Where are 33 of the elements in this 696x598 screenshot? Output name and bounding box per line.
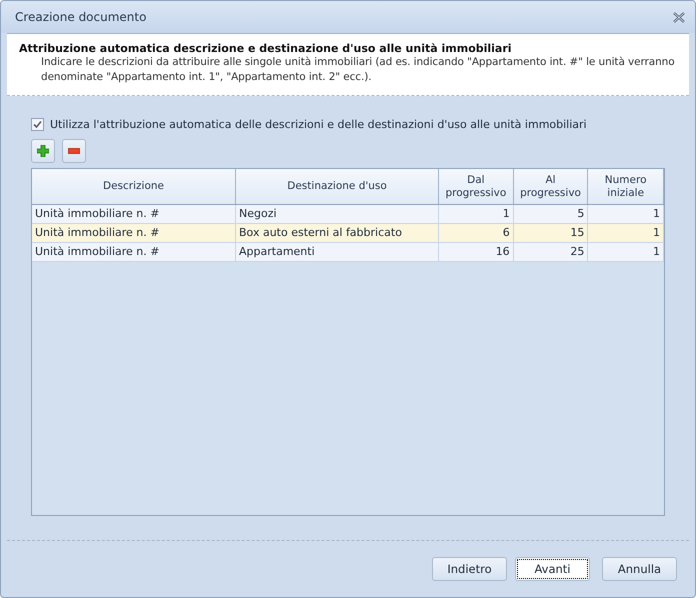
dialog-button[interactable]: Annulla (602, 557, 677, 581)
section-title: Attribuzione automatica descrizione e destinazione d'uso alle unità immobiliari (19, 42, 513, 55)
table-cell[interactable]: Appartamenti (236, 243, 440, 261)
column-header[interactable]: Numero iniziale (588, 169, 664, 204)
dialog-button[interactable]: Indietro (432, 557, 507, 581)
column-header[interactable]: Destinazione d'uso (236, 169, 440, 204)
section-description: Indicare le descrizioni da attribuire alle singole unità immobiliari (ad es. indicando "Appartamento int. #" le unità verranno denominate "Appartamento int. 1", "Appartamento int. 2" ecc.). (40, 55, 676, 85)
table-cell[interactable]: 1 (588, 224, 664, 242)
checkbox[interactable] (31, 118, 44, 131)
minus-icon (68, 148, 80, 154)
table-cell[interactable]: 1 (439, 205, 514, 223)
table-cell[interactable]: 5 (514, 205, 588, 223)
table-cell[interactable]: Box auto esterni al fabbricato (236, 224, 440, 242)
checkbox-label: Utilizza l'attribuzione automatica delle descrizioni e delle destinazioni d'uso alle unità immobiliari (50, 118, 587, 131)
plus-icon (37, 145, 49, 157)
remove-button[interactable] (62, 139, 86, 163)
table-cell[interactable]: 16 (439, 243, 514, 261)
column-header[interactable]: Descrizione (32, 169, 236, 204)
table-cell[interactable]: 1 (588, 205, 664, 223)
table-cell[interactable]: 25 (514, 243, 588, 261)
table-cell[interactable]: Unità immobiliare n. # (32, 243, 236, 261)
table-cell[interactable]: 15 (514, 224, 588, 242)
table-cell[interactable]: 6 (439, 224, 514, 242)
window-title: Creazione documento (15, 10, 146, 24)
dialog-button[interactable]: Avanti (515, 557, 590, 581)
table-cell[interactable]: Negozi (236, 205, 440, 223)
column-header[interactable]: Dal progressivo (439, 169, 514, 204)
table-cell[interactable]: 1 (588, 243, 664, 261)
close-icon[interactable] (673, 12, 685, 22)
add-button[interactable] (31, 139, 55, 163)
table-cell[interactable]: Unità immobiliare n. # (32, 224, 236, 242)
column-header[interactable]: Al progressivo (514, 169, 588, 204)
table-cell[interactable]: Unità immobiliare n. # (32, 205, 236, 223)
